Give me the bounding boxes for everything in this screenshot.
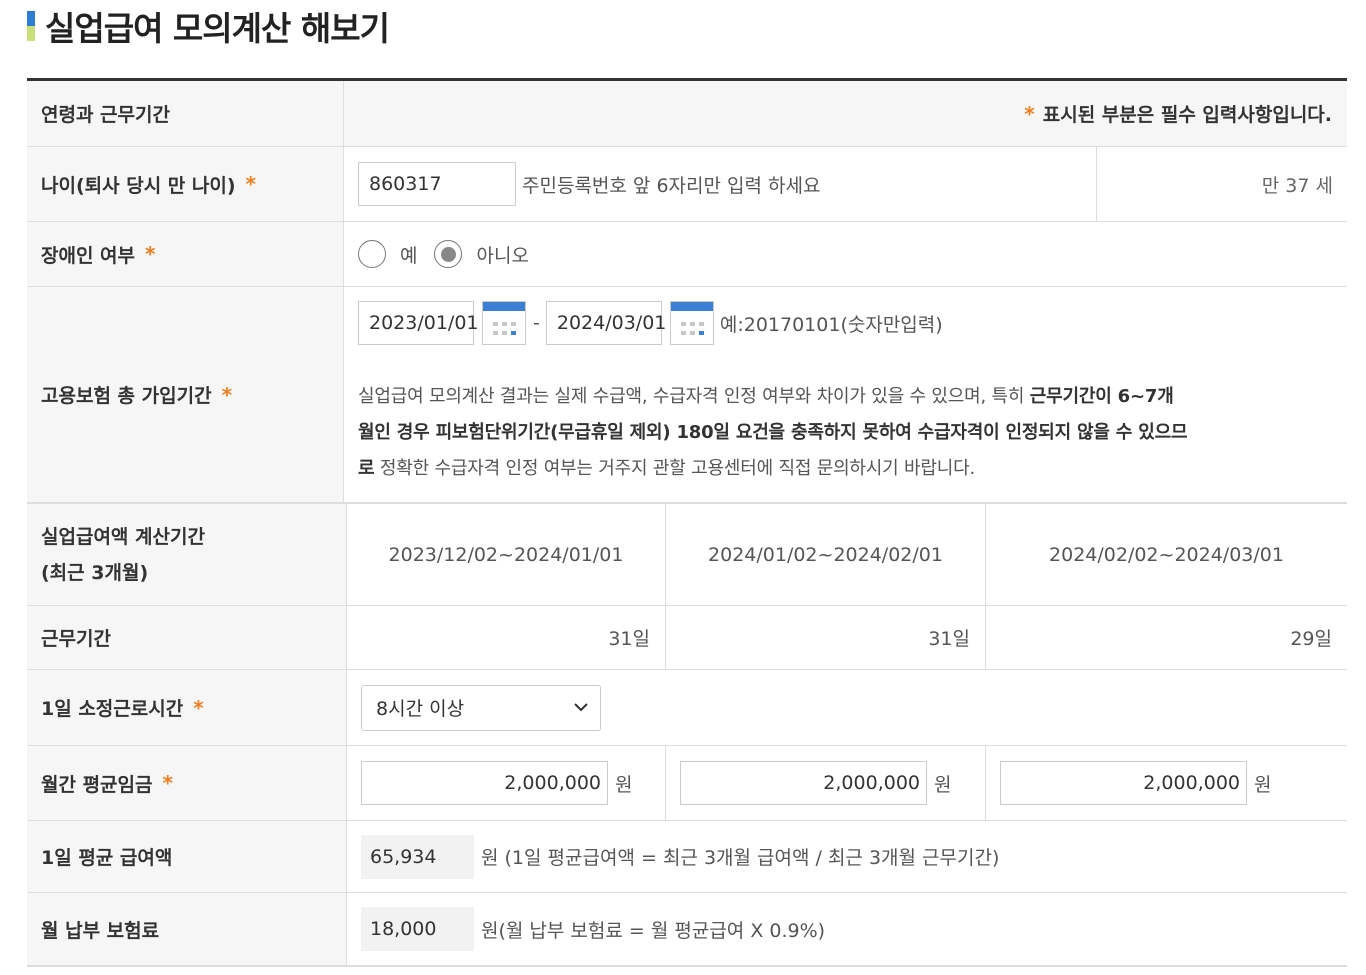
notice-text-b: 정확한 수급자격 인정 여부는 거주지 관할 고용센터에 직접 문의하시기 바랍… bbox=[374, 458, 975, 479]
disability-label-text: 장애인 여부 bbox=[41, 244, 136, 267]
required-star: * bbox=[193, 695, 204, 720]
disability-row: 장애인 여부 * 예 아니오 bbox=[27, 222, 1347, 287]
calculator-form: 연령과 근무기간 * 표시된 부분은 필수 입력사항입니다. 나이(퇴사 당시 … bbox=[27, 78, 1347, 967]
form-header-row: 연령과 근무기간 * 표시된 부분은 필수 입력사항입니다. bbox=[27, 81, 1347, 147]
date-separator: - bbox=[533, 312, 540, 334]
daily-hours-selected: 8시간 이상 bbox=[376, 698, 465, 720]
daily-benefit-value: 65,934 bbox=[361, 834, 474, 879]
radio-yes[interactable] bbox=[358, 240, 386, 268]
page-title: 실업급여 모의계산 해보기 bbox=[45, 9, 390, 48]
end-date-input[interactable]: 2024/03/01 bbox=[545, 301, 666, 345]
monthly-premium-formula: 원(월 납부 보험료 = 월 평균급여 X 0.9%) bbox=[481, 919, 826, 942]
calc-period-label-line1: 실업급여액 계산기간 bbox=[41, 525, 205, 548]
required-star: * bbox=[245, 172, 257, 196]
disability-label: 장애인 여부 * bbox=[27, 222, 343, 286]
wage-unit: 원 bbox=[1254, 773, 1272, 796]
required-note-text: 표시된 부분은 필수 입력사항입니다. bbox=[1042, 104, 1332, 126]
age-result: 만 37 세 bbox=[1096, 147, 1347, 221]
work-days-label: 근무기간 bbox=[27, 606, 346, 669]
birthdate-input[interactable]: 860317 bbox=[358, 162, 516, 206]
section-label: 연령과 근무기간 bbox=[27, 81, 343, 146]
daily-benefit-formula: 원 (1일 평균급여액 = 최근 3개월 급여액 / 최근 3개월 근무기간) bbox=[481, 847, 1000, 869]
radio-no[interactable] bbox=[434, 240, 463, 268]
work-days-2: 31일 bbox=[665, 606, 985, 669]
monthly-premium-row: 월 납부 보험료 18,000 원(월 납부 보험료 = 월 평균급여 X 0.… bbox=[27, 893, 1347, 967]
title-marker bbox=[27, 11, 35, 41]
start-date-input[interactable]: 2023/01/01 bbox=[358, 301, 479, 345]
calc-period-label-line2: (최근 3개월) bbox=[41, 561, 149, 584]
age-row: 나이(퇴사 당시 만 나이) * 860317 주민등록번호 앞 6자리만 입력… bbox=[27, 147, 1347, 222]
daily-hours-label: 1일 소정근로시간 * bbox=[27, 670, 346, 745]
disability-options: 예 아니오 bbox=[343, 222, 1347, 286]
wage-unit: 원 bbox=[934, 773, 952, 796]
daily-benefit-row: 1일 평균 급여액 65,934 원 (1일 평균급여액 = 최근 3개월 급여… bbox=[27, 821, 1347, 893]
period-3: 2024/02/02~2024/03/01 bbox=[985, 504, 1347, 605]
wage-cell-1: 2,000,000 원 bbox=[346, 746, 665, 820]
daily-hours-row: 1일 소정근로시간 * 8시간 이상 bbox=[27, 670, 1347, 746]
radio-no-label: 아니오 bbox=[476, 244, 529, 267]
birthdate-hint: 주민등록번호 앞 6자리만 입력 하세요 bbox=[522, 174, 821, 197]
wage-cell-2: 2,000,000 원 bbox=[665, 746, 985, 820]
monthly-premium-cell: 18,000 원(월 납부 보험료 = 월 평균급여 X 0.9%) bbox=[346, 893, 1347, 965]
daily-benefit-label: 1일 평균 급여액 bbox=[27, 821, 346, 892]
daily-hours-select[interactable]: 8시간 이상 bbox=[361, 684, 601, 731]
calendar-icon[interactable] bbox=[482, 301, 526, 345]
required-star: * bbox=[1024, 101, 1035, 126]
notice-text: 실업급여 모의계산 결과는 실제 수급액, 수급자격 인정 여부와 차이가 있을… bbox=[358, 379, 1347, 487]
wage-cell-3: 2,000,000 원 bbox=[985, 746, 1347, 820]
chevron-down-icon bbox=[574, 703, 588, 712]
daily-hours-label-text: 1일 소정근로시간 bbox=[41, 698, 184, 720]
date-example: 예:20170101(숫자만입력) bbox=[719, 313, 943, 336]
notice-emphasis: 근무기간이 6~7개 bbox=[1029, 386, 1174, 407]
required-star: * bbox=[221, 382, 233, 407]
calendar-icon[interactable] bbox=[669, 301, 714, 345]
page-header: 실업급여 모의계산 해보기 bbox=[27, 4, 390, 48]
date-range: 2023/01/01 - 2024/03/01 예:20170101(숫자만입력… bbox=[358, 301, 1347, 345]
required-star: * bbox=[162, 771, 173, 795]
required-star: * bbox=[145, 242, 156, 266]
notice-line-1: 실업급여 모의계산 결과는 실제 수급액, 수급자격 인정 여부와 차이가 있을… bbox=[358, 379, 1347, 415]
monthly-premium-value: 18,000 bbox=[361, 907, 474, 951]
wage-input-3[interactable]: 2,000,000 bbox=[1000, 761, 1247, 805]
age-label: 나이(퇴사 당시 만 나이) * bbox=[27, 147, 343, 221]
work-days-3: 29일 bbox=[985, 606, 1347, 669]
wage-input-1[interactable]: 2,000,000 bbox=[361, 761, 608, 805]
required-note: * 표시된 부분은 필수 입력사항입니다. bbox=[343, 81, 1347, 146]
insurance-period-cell: 2023/01/01 - 2024/03/01 예:20170101(숫자만입력… bbox=[343, 287, 1347, 502]
insurance-period-label: 고용보험 총 가입기간 * bbox=[27, 287, 343, 502]
insurance-label-text: 고용보험 총 가입기간 bbox=[41, 385, 212, 407]
page: 실업급여 모의계산 해보기 연령과 근무기간 * 표시된 부분은 필수 입력사항… bbox=[0, 0, 1366, 975]
notice-emphasis: 로 bbox=[358, 458, 375, 479]
calc-period-row: 실업급여액 계산기간 (최근 3개월) 2023/12/02~2024/01/0… bbox=[27, 504, 1347, 606]
age-label-text: 나이(퇴사 당시 만 나이) bbox=[41, 174, 236, 197]
monthly-wage-label: 월간 평균임금 * bbox=[27, 746, 346, 820]
radio-selected-dot bbox=[440, 246, 456, 262]
work-days-1: 31일 bbox=[346, 606, 665, 669]
notice-line-2: 월인 경우 피보험단위기간(무급휴일 제외) 180일 요건을 충족하지 못하여… bbox=[358, 422, 1188, 443]
notice-text-a: 실업급여 모의계산 결과는 실제 수급액, 수급자격 인정 여부와 차이가 있을… bbox=[358, 386, 1030, 407]
insurance-period-row: 고용보험 총 가입기간 * 2023/01/01 - 2024/03/01 예:… bbox=[27, 287, 1347, 504]
calc-period-label: 실업급여액 계산기간 (최근 3개월) bbox=[27, 504, 346, 605]
wage-unit: 원 bbox=[615, 773, 633, 796]
age-input-cell: 860317 주민등록번호 앞 6자리만 입력 하세요 bbox=[343, 147, 1096, 221]
monthly-wage-row: 월간 평균임금 * 2,000,000 원 2,000,000 원 2,000,… bbox=[27, 746, 1347, 821]
daily-benefit-cell: 65,934 원 (1일 평균급여액 = 최근 3개월 급여액 / 최근 3개월… bbox=[346, 821, 1347, 892]
monthly-premium-label: 월 납부 보험료 bbox=[27, 893, 346, 965]
daily-hours-cell: 8시간 이상 bbox=[346, 670, 1347, 745]
period-1: 2023/12/02~2024/01/01 bbox=[346, 504, 665, 605]
period-2: 2024/01/02~2024/02/01 bbox=[665, 504, 985, 605]
radio-yes-label: 예 bbox=[400, 244, 418, 267]
work-days-row: 근무기간 31일 31일 29일 bbox=[27, 606, 1347, 670]
monthly-wage-label-text: 월간 평균임금 bbox=[41, 773, 153, 796]
wage-input-2[interactable]: 2,000,000 bbox=[680, 761, 927, 805]
notice-line-3: 로 정확한 수급자격 인정 여부는 거주지 관할 고용센터에 직접 문의하시기 … bbox=[358, 451, 1347, 487]
